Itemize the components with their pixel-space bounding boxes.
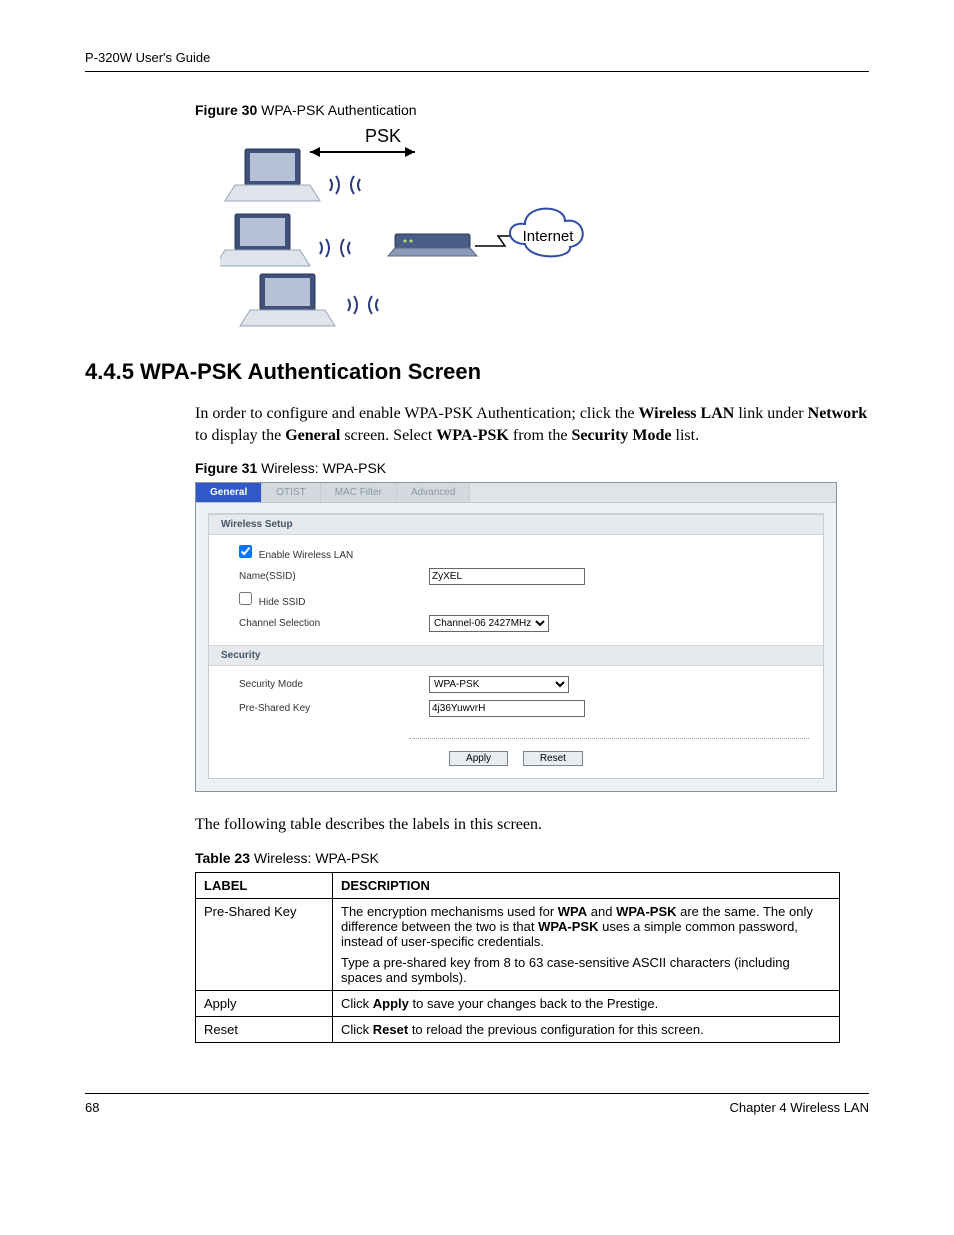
table-row: Reset Click Reset to reload the previous… [196,1016,840,1042]
hide-ssid-row[interactable]: Hide SSID [239,592,305,608]
enable-wlan-row[interactable]: Enable Wireless LAN [239,545,353,561]
cell-label: Reset [196,1016,333,1042]
figure30-caption: Figure 30 WPA-PSK Authentication [195,102,869,118]
page-header: P-320W User's Guide [85,50,869,72]
tab-mac-filter[interactable]: MAC Filter [321,483,397,502]
channel-select[interactable]: Channel-06 2427MHz [429,615,549,632]
guide-title: P-320W User's Guide [85,50,210,65]
table23: LABEL DESCRIPTION Pre-Shared Key The enc… [195,872,840,1043]
laptop-icon [240,274,335,326]
reset-button[interactable]: Reset [523,751,583,766]
psk-label: PSK [365,126,401,146]
tab-bar: General OTIST MAC Filter Advanced [196,483,836,503]
cell-description: Click Reset to reload the previous confi… [333,1016,840,1042]
laptop-icon [225,149,320,201]
table23-caption: Table 23 Wireless: WPA-PSK [195,850,869,866]
table-row: Pre-Shared Key The encryption mechanisms… [196,898,840,990]
figure31-caption: Figure 31 Wireless: WPA-PSK [195,460,869,476]
page-number: 68 [85,1100,99,1115]
table-row: Apply Click Apply to save your changes b… [196,990,840,1016]
cell-label: Pre-Shared Key [196,898,333,990]
figure30-diagram: PSK [220,124,869,329]
ssid-label: Name(SSID) [239,571,429,582]
table23-label: Table 23 [195,850,250,866]
section-wireless-setup: Wireless Setup [209,514,823,535]
psk-label: Pre-Shared Key [239,703,429,714]
intro-paragraph: In order to configure and enable WPA-PSK… [195,403,869,446]
internet-cloud-icon: Internet [510,209,583,257]
chapter-title: Chapter 4 Wireless LAN [730,1100,869,1115]
section-security: Security [209,645,823,666]
figure31-label: Figure 31 [195,460,257,476]
svg-text:Internet: Internet [523,228,575,245]
section-heading: 4.4.5 WPA-PSK Authentication Screen [85,359,869,385]
wireless-config-ui: General OTIST MAC Filter Advanced Wirele… [195,482,837,792]
security-mode-select[interactable]: WPA-PSK [429,676,569,693]
page-footer: 68 Chapter 4 Wireless LAN [85,1093,869,1115]
router-icon [388,234,477,256]
tab-otist[interactable]: OTIST [262,483,320,502]
enable-wlan-checkbox[interactable] [239,545,252,558]
psk-input[interactable] [429,700,585,717]
apply-button[interactable]: Apply [449,751,508,766]
figure31-text: Wireless: WPA-PSK [257,460,386,476]
hide-ssid-checkbox[interactable] [239,592,252,605]
laptop-icon [220,214,310,266]
enable-wlan-label: Enable Wireless LAN [259,550,353,561]
cell-description: Click Apply to save your changes back to… [333,990,840,1016]
ssid-input[interactable] [429,568,585,585]
figure30-label: Figure 30 [195,102,257,118]
hide-ssid-label: Hide SSID [259,597,306,608]
figure30-text: WPA-PSK Authentication [257,102,416,118]
channel-label: Channel Selection [239,618,429,629]
table-intro: The following table describes the labels… [195,814,869,836]
table23-text: Wireless: WPA-PSK [250,850,379,866]
th-description: DESCRIPTION [333,872,840,898]
cell-label: Apply [196,990,333,1016]
tab-general[interactable]: General [196,483,262,502]
cell-description: The encryption mechanisms used for WPA a… [333,898,840,990]
th-label: LABEL [196,872,333,898]
separator [409,738,809,739]
tab-advanced[interactable]: Advanced [397,483,470,502]
security-mode-label: Security Mode [239,679,429,690]
